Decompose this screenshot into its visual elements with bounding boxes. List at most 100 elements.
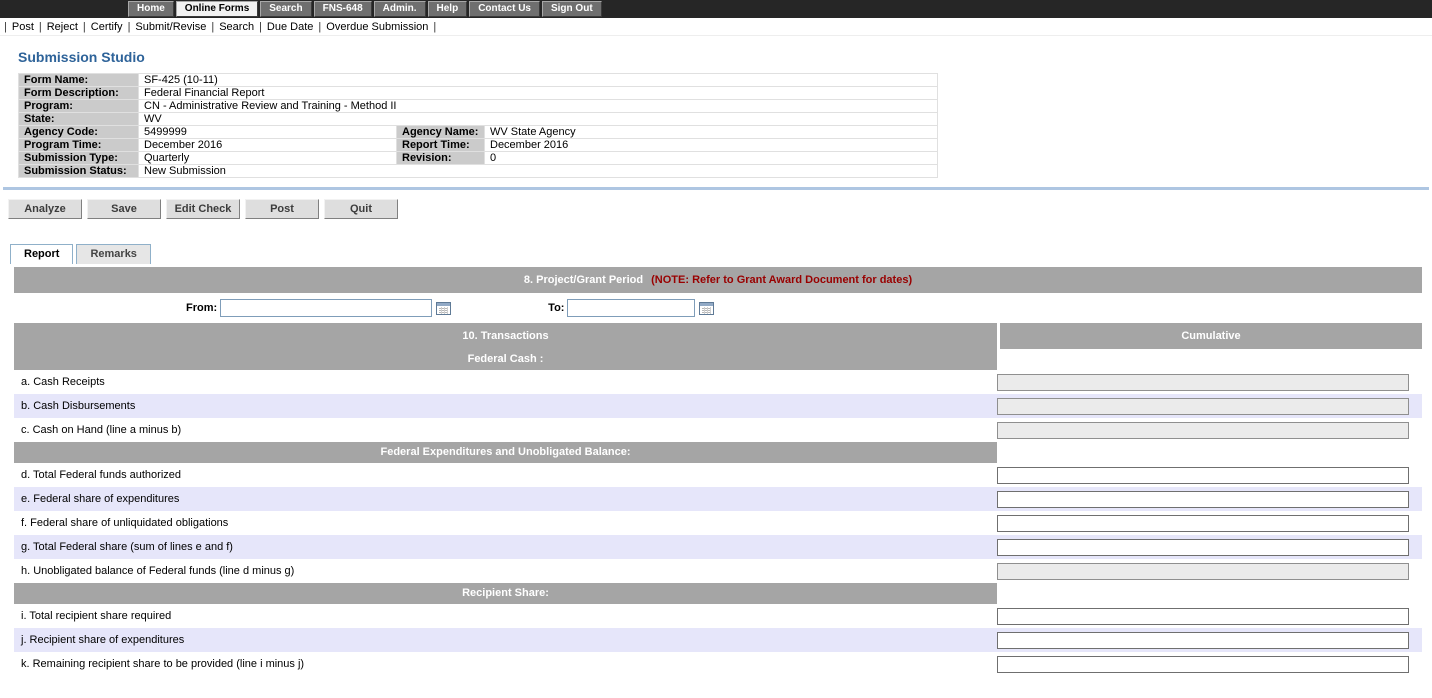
state-label: State:: [19, 113, 139, 126]
nav-search[interactable]: Search: [260, 1, 311, 17]
table-row: Recipient Share:: [14, 583, 1422, 604]
report-time-value: December 2016: [485, 139, 938, 152]
revision-value: 0: [485, 152, 938, 165]
table-row: d. Total Federal funds authorized: [14, 463, 1422, 487]
agency-code-value: 5499999: [139, 126, 397, 139]
amount-input-f[interactable]: [997, 515, 1409, 532]
section-header-federal-cash: Federal Cash :: [14, 349, 997, 370]
program-time-value: December 2016: [139, 139, 397, 152]
quit-button[interactable]: Quit: [324, 199, 398, 219]
submission-status-label: Submission Status:: [19, 165, 139, 178]
agency-code-label: Agency Code:: [19, 126, 139, 139]
nav-contact-us[interactable]: Contact Us: [469, 1, 540, 17]
menu-item-search[interactable]: Search: [219, 21, 254, 33]
nav-online-forms[interactable]: Online Forms: [176, 1, 258, 17]
calendar-icon-from[interactable]: [436, 301, 452, 316]
row-label-a: a. Cash Receipts: [14, 376, 997, 388]
menu-item-post[interactable]: Post: [12, 21, 34, 33]
table-row: Federal Expenditures and Unobligated Bal…: [14, 442, 1422, 463]
from-date-input[interactable]: [220, 299, 432, 317]
row-label-d: d. Total Federal funds authorized: [14, 469, 997, 481]
from-label: From:: [186, 302, 217, 314]
period-row: From: To:: [14, 293, 1422, 323]
table-row: k. Remaining recipient share to be provi…: [14, 652, 1422, 676]
tab-bar: Report Remarks: [10, 244, 1432, 264]
row-label-f: f. Federal share of unliquidated obligat…: [14, 517, 997, 529]
table-row: Federal Cash :: [14, 349, 1422, 370]
amount-input-g[interactable]: [997, 539, 1409, 556]
table-row: c. Cash on Hand (line a minus b): [14, 418, 1422, 442]
menu-item-certify[interactable]: Certify: [91, 21, 123, 33]
to-date-input[interactable]: [567, 299, 695, 317]
form-description-label: Form Description:: [19, 87, 139, 100]
page-title: Submission Studio: [18, 49, 1432, 65]
section-header-recipient-share: Recipient Share:: [14, 583, 997, 604]
analyze-button[interactable]: Analyze: [8, 199, 82, 219]
menu-item-reject[interactable]: Reject: [47, 21, 78, 33]
nav-help[interactable]: Help: [428, 1, 468, 17]
tab-report[interactable]: Report: [10, 244, 73, 264]
amount-input-j[interactable]: [997, 632, 1409, 649]
row-label-c: c. Cash on Hand (line a minus b): [14, 424, 997, 436]
state-value: WV: [139, 113, 938, 126]
table-row: Agency Code: 5499999 Agency Name: WV Sta…: [19, 126, 938, 139]
transactions-column-header: 10. Transactions: [14, 323, 997, 349]
amount-input-i[interactable]: [997, 608, 1409, 625]
agency-name-label: Agency Name:: [397, 126, 485, 139]
tab-remarks[interactable]: Remarks: [76, 244, 150, 264]
nav-admin[interactable]: Admin.: [374, 1, 426, 17]
amount-input-h[interactable]: [997, 563, 1409, 580]
table-row: Submission Status: New Submission: [19, 165, 938, 178]
report-table: 8. Project/Grant Period (NOTE: Refer to …: [14, 267, 1422, 676]
table-row: g. Total Federal share (sum of lines e a…: [14, 535, 1422, 559]
separator: |: [318, 21, 321, 33]
row-label-j: j. Recipient share of expenditures: [14, 634, 997, 646]
program-time-label: Program Time:: [19, 139, 139, 152]
amount-input-b[interactable]: [997, 398, 1409, 415]
horizontal-divider: [3, 187, 1429, 190]
table-row: j. Recipient share of expenditures: [14, 628, 1422, 652]
table-row: h. Unobligated balance of Federal funds …: [14, 559, 1422, 583]
top-navigation-bar: Home Online Forms Search FNS-648 Admin. …: [0, 0, 1432, 18]
save-button[interactable]: Save: [87, 199, 161, 219]
form-name-label: Form Name:: [19, 74, 139, 87]
amount-input-a[interactable]: [997, 374, 1409, 391]
row-label-b: b. Cash Disbursements: [14, 400, 997, 412]
edit-check-button[interactable]: Edit Check: [166, 199, 240, 219]
submission-type-label: Submission Type:: [19, 152, 139, 165]
separator: |: [83, 21, 86, 33]
table-row: Program: CN - Administrative Review and …: [19, 100, 938, 113]
form-name-value: SF-425 (10-11): [139, 74, 938, 87]
to-label: To:: [548, 302, 564, 314]
submission-status-value: New Submission: [139, 165, 938, 178]
section-header-federal-expenditures: Federal Expenditures and Unobligated Bal…: [14, 442, 997, 463]
amount-input-d[interactable]: [997, 467, 1409, 484]
column-headers: 10. Transactions Cumulative: [14, 323, 1422, 349]
row-label-k: k. Remaining recipient share to be provi…: [14, 658, 997, 670]
amount-input-c[interactable]: [997, 422, 1409, 439]
nav-fns-648[interactable]: FNS-648: [314, 1, 372, 17]
project-grant-period-header: 8. Project/Grant Period (NOTE: Refer to …: [14, 267, 1422, 293]
menu-item-overdue-submission[interactable]: Overdue Submission: [326, 21, 428, 33]
menu-item-submit-revise[interactable]: Submit/Revise: [135, 21, 206, 33]
calendar-icon-to[interactable]: [699, 301, 715, 316]
separator: |: [128, 21, 131, 33]
table-row: State: WV: [19, 113, 938, 126]
amount-input-k[interactable]: [997, 656, 1409, 673]
table-row: b. Cash Disbursements: [14, 394, 1422, 418]
row-label-g: g. Total Federal share (sum of lines e a…: [14, 541, 997, 553]
amount-input-e[interactable]: [997, 491, 1409, 508]
table-row: Submission Type: Quarterly Revision: 0: [19, 152, 938, 165]
menu-item-due-date[interactable]: Due Date: [267, 21, 313, 33]
separator: |: [211, 21, 214, 33]
nav-sign-out[interactable]: Sign Out: [542, 1, 602, 17]
toolbar: Analyze Save Edit Check Post Quit: [8, 199, 1432, 219]
separator: |: [4, 21, 7, 33]
table-row: Form Description: Federal Financial Repo…: [19, 87, 938, 100]
cumulative-column-header: Cumulative: [1000, 323, 1422, 349]
post-button[interactable]: Post: [245, 199, 319, 219]
table-row: Program Time: December 2016 Report Time:…: [19, 139, 938, 152]
submission-type-value: Quarterly: [139, 152, 397, 165]
revision-label: Revision:: [397, 152, 485, 165]
nav-home[interactable]: Home: [128, 1, 174, 17]
